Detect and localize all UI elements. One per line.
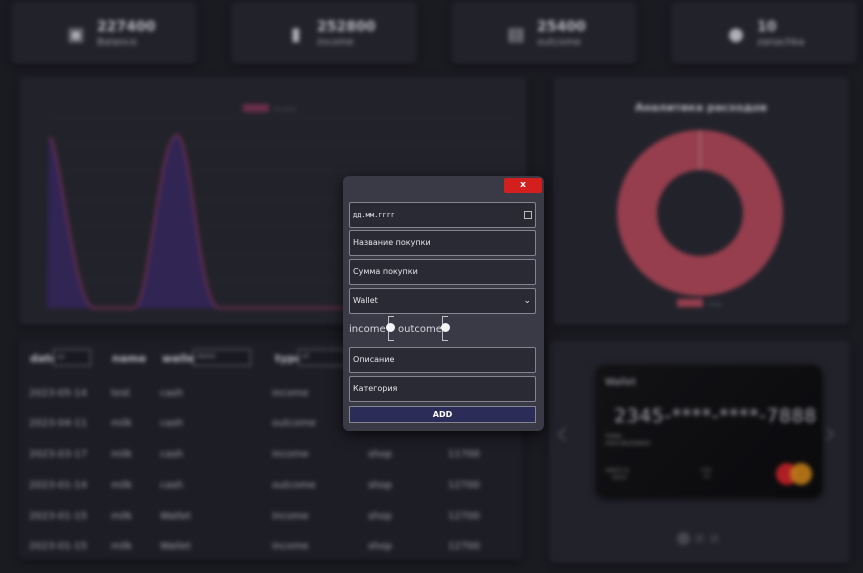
category-input[interactable]: Категория <box>349 376 536 402</box>
income-radio[interactable] <box>386 323 395 332</box>
date-placeholder: дд.мм.гггг <box>353 211 396 219</box>
purchase-name-input[interactable]: Название покупки <box>349 230 536 256</box>
description-input[interactable]: Описание <box>349 347 536 373</box>
calendar-icon[interactable] <box>524 211 532 219</box>
outcome-radio[interactable] <box>441 323 450 332</box>
wallet-select-value: Wallet <box>353 296 378 305</box>
date-input[interactable]: дд.мм.гггг <box>349 202 536 228</box>
purchase-amount-input[interactable]: Сумма покупки <box>349 259 536 285</box>
income-radio-label: income <box>349 324 386 335</box>
close-button[interactable]: x <box>504 178 542 193</box>
chevron-down-icon: ⌄ <box>523 296 531 306</box>
add-transaction-modal: x дд.мм.гггг Название покупки Сумма поку… <box>343 176 544 431</box>
wallet-select[interactable]: Wallet ⌄ <box>349 288 536 314</box>
add-button[interactable]: ADD <box>349 406 536 423</box>
outcome-radio-label: outcome <box>398 324 442 335</box>
